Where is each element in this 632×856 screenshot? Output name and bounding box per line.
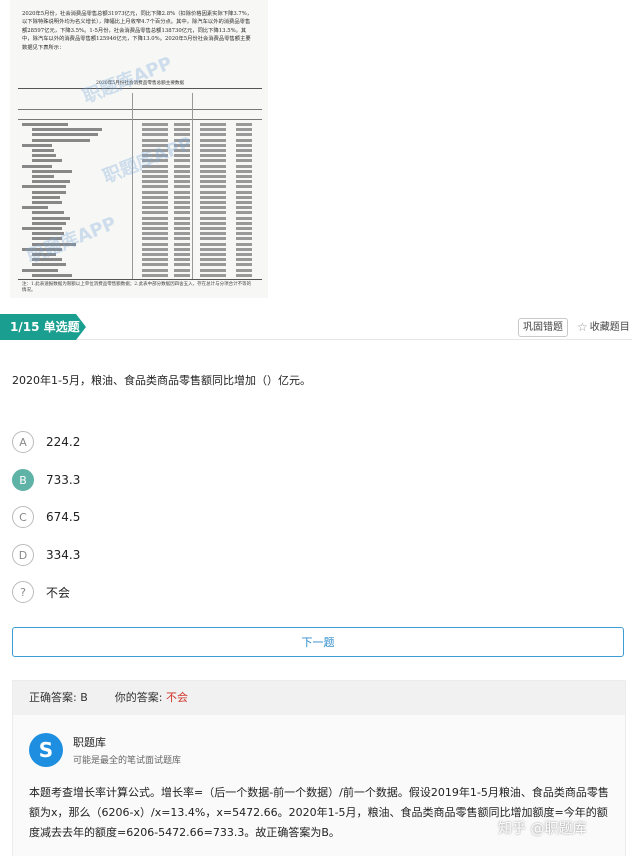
your-answer-label: 你的答案: bbox=[114, 691, 163, 704]
option-letter: D bbox=[12, 544, 34, 566]
option-b[interactable]: B 733.3 bbox=[12, 468, 80, 492]
correct-answer-label: 正确答案: bbox=[29, 691, 77, 704]
next-question-button[interactable]: 下一题 bbox=[12, 627, 624, 657]
favorite-label: 收藏题目 bbox=[589, 322, 630, 333]
brand-logo-icon: S bbox=[29, 733, 63, 767]
scan-table-row bbox=[22, 143, 258, 147]
scan-table-row bbox=[22, 123, 258, 126]
review-wrong-button[interactable]: 巩固错题 bbox=[518, 318, 568, 337]
scan-table-row bbox=[22, 211, 258, 215]
zhihu-watermark: 知乎 @职题库 bbox=[498, 821, 587, 837]
option-letter: C bbox=[12, 506, 34, 528]
scan-footnote: 注：1.此表速报数据为限额以上单位消费品零售额数据；2.此表中部分数据因四舍五入… bbox=[22, 282, 252, 293]
star-outline-icon: ☆ bbox=[577, 320, 588, 334]
scan-paragraph: 2020年5月份，社会消费品零售总额31973亿元，同比下降2.8%（扣除价格因… bbox=[22, 11, 253, 51]
option-unknown[interactable]: ? 不会 bbox=[12, 580, 70, 604]
scan-table-row bbox=[22, 180, 258, 184]
brand-name: 职题库 bbox=[73, 736, 106, 749]
option-letter: A bbox=[12, 431, 34, 453]
scan-table-row bbox=[22, 201, 258, 204]
scan-table-row bbox=[22, 138, 258, 142]
scan-table-row bbox=[22, 190, 258, 194]
scanned-document-image: 2020年5月份，社会消费品零售总额31973亿元，同比下降2.8%（扣除价格因… bbox=[10, 0, 268, 298]
scan-table-row bbox=[22, 206, 258, 210]
scan-table-row bbox=[22, 268, 258, 272]
correct-answer-value: B bbox=[80, 691, 88, 704]
question-text: 2020年1-5月，粮油、食品类商品零售额同比增加（）亿元。 bbox=[12, 374, 311, 387]
favorite-button[interactable]: ☆ 收藏题目 bbox=[577, 318, 630, 337]
option-text: 224.2 bbox=[46, 435, 81, 449]
option-text: 334.3 bbox=[46, 548, 81, 562]
scan-table-row bbox=[22, 185, 258, 189]
option-letter-selected: B bbox=[12, 469, 34, 491]
option-text: 674.5 bbox=[46, 510, 81, 524]
scan-table-row bbox=[22, 133, 258, 137]
option-text: 不会 bbox=[46, 585, 71, 600]
scan-table-row bbox=[22, 216, 258, 220]
your-answer-value: 不会 bbox=[165, 691, 188, 704]
scan-table-row bbox=[22, 263, 258, 267]
brand-slogan: 可能是最全的笔试面试题库 bbox=[73, 756, 182, 766]
scan-table-row bbox=[22, 128, 258, 132]
scan-table-row bbox=[22, 273, 258, 277]
option-d[interactable]: D 334.3 bbox=[12, 543, 80, 567]
question-mark-icon: ? bbox=[12, 581, 34, 603]
scan-table-row bbox=[22, 227, 258, 230]
question-progress-tag: 1/15 单选题 bbox=[0, 314, 86, 340]
option-text: 733.3 bbox=[46, 473, 81, 487]
option-c[interactable]: C 674.5 bbox=[12, 505, 80, 529]
question-header-bar: 1/15 单选题 巩固错题 ☆ 收藏题目 bbox=[0, 314, 632, 340]
answer-summary: 正确答案: B 你的答案: 不会 bbox=[13, 681, 625, 715]
scan-table-row bbox=[22, 221, 258, 225]
scan-table-row bbox=[22, 195, 258, 199]
option-a[interactable]: A 224.2 bbox=[12, 430, 80, 454]
